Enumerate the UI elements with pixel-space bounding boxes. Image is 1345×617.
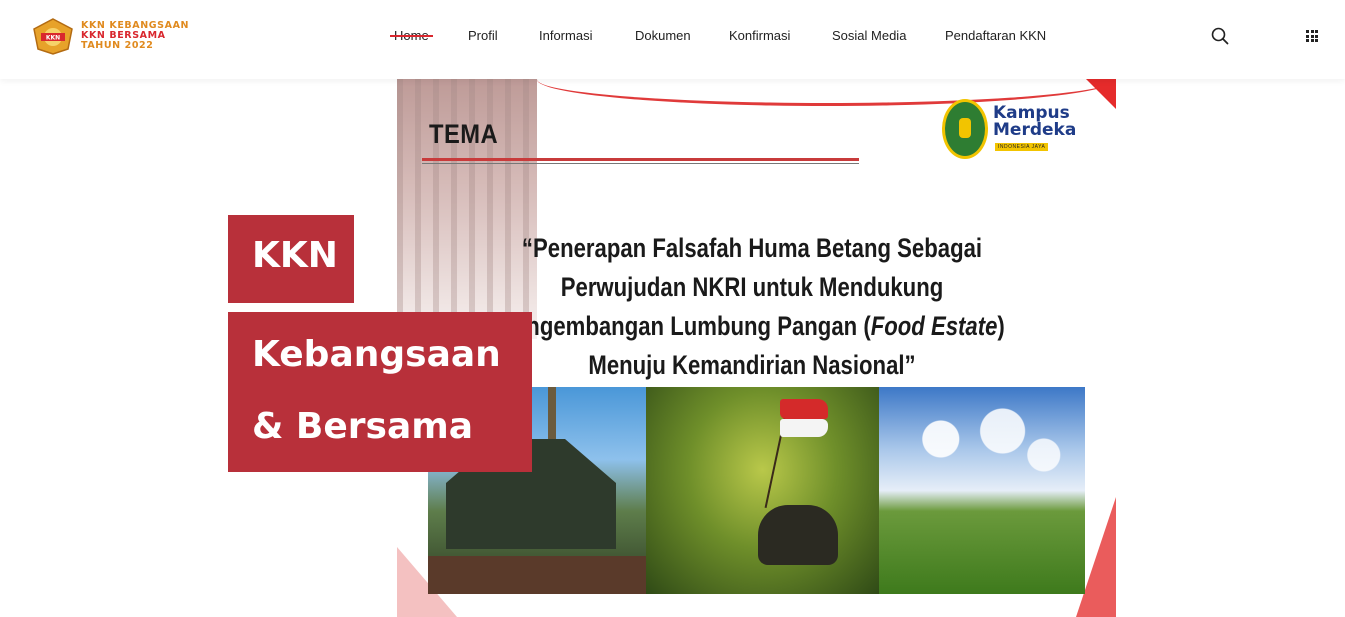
clouds: [879, 407, 1085, 487]
banner-corner-decoration: [1086, 79, 1116, 109]
heading-underline-thin: [422, 163, 859, 164]
kampus-subtitle: INDONESIA JAYA: [995, 143, 1049, 151]
quote-italic: Food Estate: [870, 311, 998, 341]
flag-white-stripe: [780, 419, 828, 437]
site-header: KKN KKN KEBANGSAAN KKN BERSAMA TAHUN 202…: [0, 0, 1345, 79]
kampus-merdeka-wordmark: Kampus Merdeka: [993, 105, 1076, 139]
heading-underline: [422, 158, 859, 161]
theme-quote: “Penerapan Falsafah Huma Betang Sebagai …: [494, 229, 1011, 385]
kampus-merdeka-logo: Kampus Merdeka INDONESIA JAYA: [942, 99, 1077, 161]
hero-title-kebangsaan: Kebangsaan: [252, 334, 501, 375]
photo-children-flag: [646, 387, 879, 594]
nav-profil[interactable]: Profil: [468, 28, 498, 43]
nav-pendaftaran-kkn[interactable]: Pendaftaran KKN: [945, 28, 1046, 43]
banner-heading: TEMA: [429, 119, 499, 149]
hero-title-kkn: KKN: [252, 235, 338, 276]
nav-active-indicator: [390, 35, 433, 37]
photo-rice-field: [879, 387, 1085, 594]
nav-informasi[interactable]: Informasi: [539, 28, 592, 43]
buffalo: [758, 505, 838, 565]
ground: [428, 556, 646, 594]
hero-box-kkn: KKN: [228, 215, 354, 303]
kampus-text-2: Merdeka: [993, 120, 1077, 140]
search-icon[interactable]: [1211, 27, 1229, 45]
flag-red-stripe: [780, 399, 828, 419]
nav-sosial-media[interactable]: Sosial Media: [832, 28, 906, 43]
nav-dokumen[interactable]: Dokumen: [635, 28, 691, 43]
university-seal-icon: [942, 99, 988, 159]
nav-konfirmasi[interactable]: Konfirmasi: [729, 28, 790, 43]
apps-grid-icon[interactable]: [1306, 30, 1318, 42]
hero-title-bersama: & Bersama: [252, 406, 474, 447]
main-nav: Home Profil Informasi Dokumen Konfirmasi…: [0, 28, 1345, 44]
hero-box-kebangsaan: Kebangsaan & Bersama: [228, 312, 532, 472]
nav-home[interactable]: Home: [390, 28, 433, 43]
